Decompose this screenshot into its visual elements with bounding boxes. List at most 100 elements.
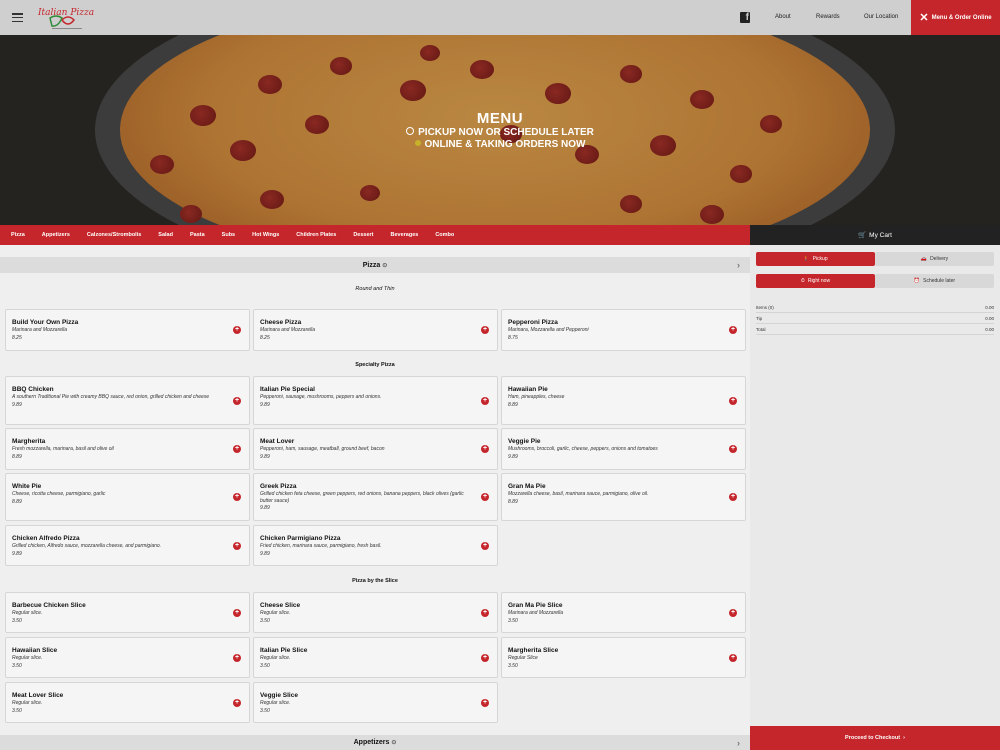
category-tab-children-plates[interactable]: Children Plates bbox=[296, 232, 336, 238]
add-to-cart-icon[interactable]: + bbox=[233, 698, 241, 707]
add-to-cart-icon[interactable]: + bbox=[233, 445, 241, 453]
menu-item-description: Regular slice. bbox=[260, 655, 291, 661]
cart-items-row: Items (0) 0.00 bbox=[756, 302, 994, 313]
add-to-cart-icon[interactable]: + bbox=[233, 396, 241, 405]
menu-item-price: 3.50 bbox=[260, 617, 270, 624]
menu-item-card[interactable]: Meat Lover Pepperoni, ham, sausage, meatb… bbox=[253, 428, 498, 470]
menu-item-description: Pepperoni, sausage, mushrooms, peppers a… bbox=[260, 394, 382, 400]
menu-item-price: 9.89 bbox=[260, 550, 270, 557]
menu-item-card[interactable]: Meat Lover Slice Regular slice. 3.50 + bbox=[5, 682, 250, 723]
menu-item-description: Regular slice. bbox=[260, 610, 291, 616]
menu-item-card[interactable]: Greek Pizza Grilled chicken feta cheese, … bbox=[253, 473, 498, 521]
category-tab-pizza[interactable]: Pizza bbox=[11, 232, 25, 238]
category-tab-appetizers[interactable]: Appetizers bbox=[42, 232, 70, 238]
specialty-pizza-title: Specialty Pizza bbox=[355, 362, 395, 368]
add-to-cart-icon[interactable]: + bbox=[481, 396, 489, 405]
menu-item-card[interactable]: Hawaiian Pie Ham, pineapples, cheese 8.89 + bbox=[501, 376, 746, 425]
menu-item-name: BBQ Chicken bbox=[12, 386, 54, 393]
add-to-cart-icon[interactable]: + bbox=[481, 445, 489, 453]
menu-item-card[interactable]: Margherita Fresh mozzarella, marinara, ba… bbox=[5, 428, 250, 470]
nav-rewards[interactable]: Rewards bbox=[816, 14, 840, 20]
category-tab-pasta[interactable]: Pasta bbox=[190, 232, 205, 238]
cart-tip-row: Tip 0.00 bbox=[756, 313, 994, 324]
hero-title: MENU bbox=[476, 110, 524, 127]
add-to-cart-icon[interactable]: + bbox=[481, 493, 489, 501]
category-tab-combo[interactable]: Combo bbox=[435, 232, 454, 238]
menu-item-card[interactable]: Cheese Pizza Marinara and Mozzarella 8.25 + bbox=[253, 309, 498, 351]
add-to-cart-icon[interactable]: + bbox=[233, 326, 241, 334]
menu-item-card[interactable]: Margherita Slice Regular Slice 3.50 + bbox=[501, 637, 746, 678]
menu-item-description: Pepperoni, ham, sausage, meatball, groun… bbox=[260, 446, 385, 452]
add-to-cart-icon[interactable]: + bbox=[233, 541, 241, 550]
add-to-cart-icon[interactable]: + bbox=[729, 445, 737, 453]
menu-item-name: Cheese Slice bbox=[260, 602, 301, 609]
section-header-appetizers[interactable]: Appetizers ⊙ › bbox=[0, 735, 750, 750]
menu-item-card[interactable]: Cheese Slice Regular slice. 3.50 + bbox=[253, 592, 498, 633]
menu-item-card[interactable]: Veggie Slice Regular slice. 3.50 + bbox=[253, 682, 498, 723]
delivery-option[interactable]: 🚗 Delivery bbox=[875, 252, 994, 266]
menu-item-card[interactable]: Italian Pie Special Pepperoni, sausage, m… bbox=[253, 376, 498, 425]
menu-item-card[interactable]: Gran Ma Pie Slice Marinara and Mozzarella… bbox=[501, 592, 746, 633]
menu-item-price: 8.89 bbox=[12, 498, 22, 505]
menu-item-price: 9.89 bbox=[260, 453, 270, 460]
menu-item-card[interactable]: Chicken Alfredo Pizza Grilled chicken, Al… bbox=[5, 525, 250, 566]
menu-item-price: 3.50 bbox=[12, 707, 22, 714]
hamburger-menu-icon[interactable] bbox=[12, 13, 23, 22]
add-to-cart-icon[interactable]: + bbox=[481, 698, 489, 707]
facebook-icon[interactable]: f bbox=[740, 12, 750, 23]
menu-item-card[interactable]: White Pie Cheese, ricotta cheese, parmigi… bbox=[5, 473, 250, 521]
schedule-later-option[interactable]: ⏰ Schedule later bbox=[875, 274, 994, 288]
right-now-option[interactable]: ⏱ Right now bbox=[756, 274, 875, 288]
nav-our-location[interactable]: Our Location bbox=[864, 14, 898, 20]
category-tab-dessert[interactable]: Dessert bbox=[353, 232, 373, 238]
menu-item-description: Marinara and Mozzarella bbox=[260, 327, 316, 333]
add-to-cart-icon[interactable]: + bbox=[729, 326, 737, 334]
menu-item-card[interactable]: Veggie Pie Mushrooms, broccoli, garlic, c… bbox=[501, 428, 746, 470]
category-tab-salad[interactable]: Salad bbox=[158, 232, 173, 238]
category-tab-hot-wings[interactable]: Hot Wings bbox=[252, 232, 279, 238]
menu-item-name: Chicken Parmigiano Pizza bbox=[260, 535, 341, 542]
section-header-pizza[interactable]: Pizza ⊙ › bbox=[0, 257, 750, 273]
category-tab-calzones-strombolis[interactable]: Calzones/Strombolis bbox=[87, 232, 141, 238]
add-to-cart-icon[interactable]: + bbox=[481, 608, 489, 617]
category-nav: Pizza Appetizers Calzones/Strombolis Salad P… bbox=[0, 225, 750, 245]
menu-item-card[interactable]: Gran Ma Pie Mozzarella cheese, basil, mar… bbox=[501, 473, 746, 521]
menu-item-name: Italian Pie Special bbox=[260, 386, 315, 393]
pickup-option[interactable]: 🚶 Pickup bbox=[756, 252, 875, 266]
menu-item-description: Marinara and Mozzarella bbox=[508, 610, 564, 616]
menu-item-name: Meat Lover Slice bbox=[12, 692, 64, 699]
add-to-cart-icon[interactable]: + bbox=[729, 653, 737, 662]
menu-item-card[interactable]: Italian Pie Slice Regular slice. 3.50 + bbox=[253, 637, 498, 678]
category-tab-subs[interactable]: Subs bbox=[222, 232, 235, 238]
add-to-cart-icon[interactable]: + bbox=[729, 396, 737, 405]
chevron-right-icon[interactable]: › bbox=[737, 738, 740, 748]
nav-about[interactable]: About bbox=[775, 14, 791, 20]
menu-item-description: Regular slice. bbox=[260, 700, 291, 706]
add-to-cart-icon[interactable]: + bbox=[729, 493, 737, 501]
menu-item-card[interactable]: BBQ Chicken A southern Traditional Pie wi… bbox=[5, 376, 250, 425]
menu-item-description: Ham, pineapples, cheese bbox=[508, 394, 565, 400]
chevron-right-icon[interactable]: › bbox=[737, 260, 740, 270]
status-dot-icon bbox=[414, 140, 421, 146]
add-to-cart-icon[interactable]: + bbox=[481, 653, 489, 662]
menu-item-card[interactable]: Chicken Parmigiano Pizza Fried chicken, m… bbox=[253, 525, 498, 566]
proceed-to-checkout-button[interactable]: Proceed to Checkout › bbox=[750, 726, 1000, 750]
menu-item-name: Meat Lover bbox=[260, 438, 295, 445]
logo[interactable]: Italian Pizza Pie bbox=[36, 4, 111, 31]
menu-item-card[interactable]: Barbecue Chicken Slice Regular slice. 3.50… bbox=[5, 592, 250, 633]
add-to-cart-icon[interactable]: + bbox=[481, 326, 489, 334]
menu-item-card[interactable]: Hawaiian Slice Regular slice. 3.50 + bbox=[5, 637, 250, 678]
menu-item-card[interactable]: Build Your Own Pizza Marinara and Mozzare… bbox=[5, 309, 250, 351]
add-to-cart-icon[interactable]: + bbox=[729, 608, 737, 617]
add-to-cart-icon[interactable]: + bbox=[233, 493, 241, 501]
menu-item-description: A southern Traditional Pie with creamy B… bbox=[12, 394, 210, 400]
category-tab-beverages[interactable]: Beverages bbox=[391, 232, 419, 238]
pizza-note: Round and Thin bbox=[355, 286, 395, 292]
menu-item-name: Hawaiian Slice bbox=[12, 647, 58, 654]
add-to-cart-icon[interactable]: + bbox=[233, 608, 241, 617]
menu-item-card[interactable]: Pepperoni Pizza Marinara, Mozzarella and … bbox=[501, 309, 746, 351]
menu-order-online-button[interactable]: ✕ Menu & Order Online bbox=[911, 0, 1000, 35]
menu-item-price: 9.89 bbox=[12, 401, 22, 408]
add-to-cart-icon[interactable]: + bbox=[233, 653, 241, 662]
add-to-cart-icon[interactable]: + bbox=[481, 541, 489, 550]
